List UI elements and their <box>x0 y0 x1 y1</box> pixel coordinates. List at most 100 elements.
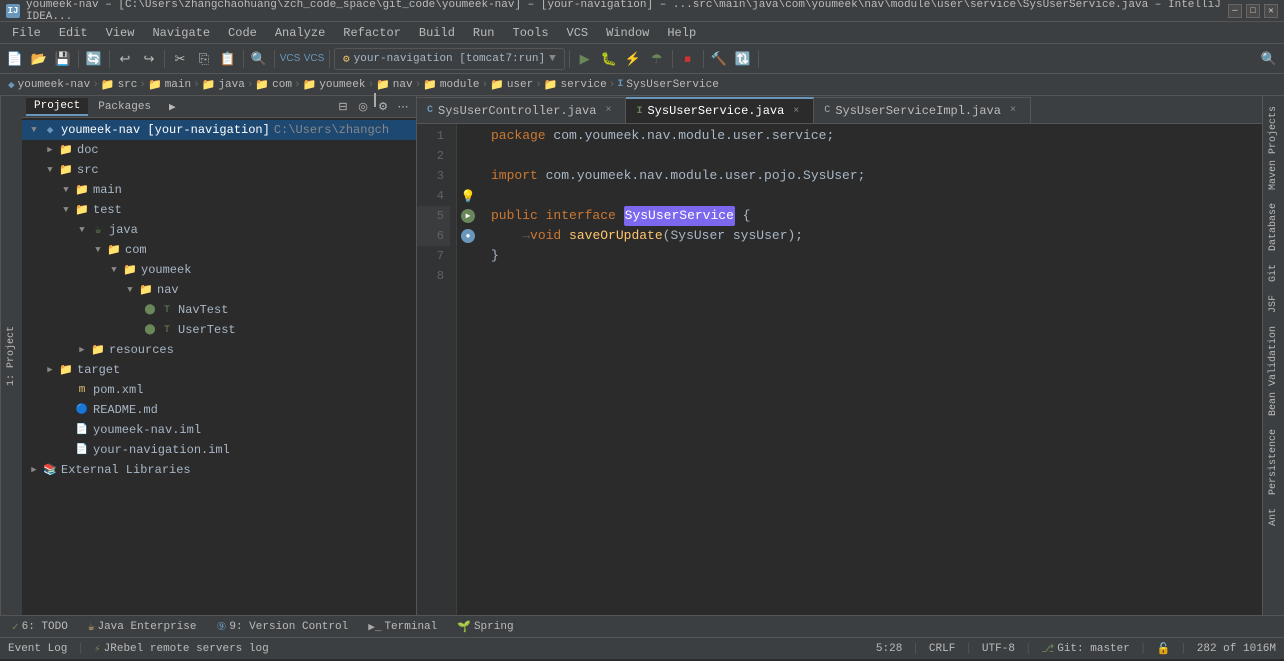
toolbar-paste-btn[interactable]: 📋 <box>217 48 239 70</box>
icon-slot-5[interactable]: ▶ <box>457 206 479 226</box>
readonly-indicator[interactable]: 🔓 <box>1156 642 1170 656</box>
bean-validation-panel-btn[interactable]: Bean Validation <box>1266 320 1281 422</box>
tree-item-test[interactable]: ▼ 📁 test <box>22 200 416 220</box>
database-panel-btn[interactable]: Database <box>1266 197 1281 257</box>
toolbar-cut-btn[interactable]: ✂ <box>169 48 191 70</box>
java-enterprise-tab[interactable]: ☕ Java Enterprise <box>80 618 205 636</box>
toolbar-search-everywhere-btn[interactable]: 🔍 <box>1258 48 1280 70</box>
tree-item-youmeek-nav[interactable]: ▼ ◆ youmeek-nav [your-navigation] C:\Use… <box>22 120 416 140</box>
git-panel-btn[interactable]: Git <box>1266 258 1281 288</box>
project-panel-label[interactable]: 1: Project <box>0 96 22 615</box>
menu-run[interactable]: Run <box>465 24 503 42</box>
toolbar-undo-btn[interactable]: ↩ <box>114 48 136 70</box>
tab-service-close[interactable]: × <box>789 104 803 118</box>
bc-youmeek-nav[interactable]: ◆ youmeek-nav <box>8 78 90 92</box>
toolbar-vcs-commit-btn[interactable]: VCS <box>303 48 325 70</box>
close-button[interactable]: ✕ <box>1264 4 1278 18</box>
menu-tools[interactable]: Tools <box>505 24 557 42</box>
tree-item-resources[interactable]: ▶ 📁 resources <box>22 340 416 360</box>
more-btn[interactable]: ⋯ <box>394 98 412 116</box>
maven-panel-btn[interactable]: Maven Projects <box>1266 100 1281 196</box>
bc-module2[interactable]: 📁 module <box>423 78 479 92</box>
toolbar-stop-btn[interactable]: ⏹ <box>677 48 699 70</box>
encoding-indicator[interactable]: UTF-8 <box>982 643 1015 655</box>
tree-item-youmeek-iml[interactable]: ▶ 📄 youmeek-nav.iml <box>22 420 416 440</box>
tab-sysUserController[interactable]: C SysUserController.java × <box>417 97 626 123</box>
position-indicator[interactable]: 5:28 <box>876 643 902 655</box>
code-content[interactable]: package com.youmeek.nav.module.user.serv… <box>479 124 1262 615</box>
toolbar-run-btn[interactable]: ▶ <box>574 48 596 70</box>
toolbar-vcs-update-btn[interactable]: VCS <box>279 48 301 70</box>
toolbar-open-btn[interactable]: 📂 <box>28 48 50 70</box>
event-log-btn[interactable]: Event Log <box>8 643 67 655</box>
toolbar-rebuild-btn[interactable]: 🔃 <box>732 48 754 70</box>
bc-user[interactable]: 📁 user <box>490 78 533 92</box>
tree-item-nav[interactable]: ▼ 📁 nav <box>22 280 416 300</box>
tree-item-doc[interactable]: ▶ 📁 doc <box>22 140 416 160</box>
menu-window[interactable]: Window <box>598 24 657 42</box>
tree-item-your-nav-iml[interactable]: ▶ 📄 your-navigation.iml <box>22 440 416 460</box>
persistence-panel-btn[interactable]: Persistence <box>1266 423 1281 501</box>
debug-gutter-icon[interactable]: ● <box>461 229 475 243</box>
tree-item-target[interactable]: ▶ 📁 target <box>22 360 416 380</box>
tab-sysUserService[interactable]: I SysUserService.java × <box>626 97 814 123</box>
toolbar-coverage-btn[interactable]: ☂ <box>646 48 668 70</box>
bc-main[interactable]: 📁 main <box>148 78 191 92</box>
toolbar-copy-btn[interactable]: ⎘ <box>193 48 215 70</box>
toolbar-sync-btn[interactable]: 🔄 <box>83 48 105 70</box>
tree-item-com[interactable]: ▼ 📁 com <box>22 240 416 260</box>
toolbar-redo-btn[interactable]: ↪ <box>138 48 160 70</box>
tree-item-src[interactable]: ▼ 📁 src <box>22 160 416 180</box>
jsf-panel-btn[interactable]: JSF <box>1266 289 1281 319</box>
toolbar-profile-btn[interactable]: ⚡ <box>622 48 644 70</box>
menu-view[interactable]: View <box>98 24 143 42</box>
version-control-tab[interactable]: ⑨ 9: Version Control <box>209 618 357 636</box>
tree-item-usertest[interactable]: ⬤ T UserTest <box>22 320 416 340</box>
scope-tab[interactable]: ▶ <box>161 98 184 116</box>
toolbar-new-btn[interactable]: 📄 <box>4 48 26 70</box>
jrebel-btn[interactable]: ⚡ JRebel remote servers log <box>94 642 269 656</box>
collapse-all-btn[interactable]: ⊟ <box>334 98 352 116</box>
todo-tab[interactable]: ✓ 6: TODO <box>4 618 76 636</box>
code-editor[interactable]: 1 2 3 4 5 6 7 8 💡 ▶ <box>417 124 1262 615</box>
tree-item-youmeek-pkg[interactable]: ▼ 📁 youmeek <box>22 260 416 280</box>
git-branch-indicator[interactable]: ⎇ Git: master <box>1042 642 1130 656</box>
menu-file[interactable]: File <box>4 24 49 42</box>
tree-item-main[interactable]: ▼ 📁 main <box>22 180 416 200</box>
toolbar-debug-btn[interactable]: 🐛 <box>598 48 620 70</box>
tree-item-readme[interactable]: ▶ 🔵 README.md <box>22 400 416 420</box>
lightbulb-icon[interactable]: 💡 <box>461 189 476 204</box>
menu-navigate[interactable]: Navigate <box>144 24 218 42</box>
tree-item-navtest[interactable]: ⬤ T NavTest <box>22 300 416 320</box>
bc-nav[interactable]: 📁 nav <box>376 78 413 92</box>
project-tab[interactable]: Project <box>26 98 88 116</box>
bc-com[interactable]: 📁 com <box>255 78 292 92</box>
tab-sysUserServiceImpl[interactable]: C SysUserServiceImpl.java × <box>814 97 1031 123</box>
bc-youmeek[interactable]: 📁 youmeek <box>303 78 366 92</box>
packages-tab[interactable]: Packages <box>90 99 159 115</box>
menu-edit[interactable]: Edit <box>51 24 96 42</box>
menu-analyze[interactable]: Analyze <box>267 24 333 42</box>
terminal-tab[interactable]: ▶_ Terminal <box>360 618 445 636</box>
toolbar-build-btn[interactable]: 🔨 <box>708 48 730 70</box>
bc-java[interactable]: 📁 java <box>202 78 245 92</box>
locate-file-btn[interactable]: ◎ <box>354 98 372 116</box>
icon-slot-6[interactable]: ● <box>457 226 479 246</box>
menu-build[interactable]: Build <box>411 24 463 42</box>
spring-tab[interactable]: 🌱 Spring <box>449 618 521 636</box>
toolbar-save-btn[interactable]: 💾 <box>52 48 74 70</box>
menu-code[interactable]: Code <box>220 24 265 42</box>
tree-item-ext-libs[interactable]: ▶ 📚 External Libraries <box>22 460 416 480</box>
tree-item-java-test[interactable]: ▼ ☕ java <box>22 220 416 240</box>
toolbar-find-btn[interactable]: 🔍 <box>248 48 270 70</box>
maximize-button[interactable]: □ <box>1246 4 1260 18</box>
settings-btn[interactable]: ⚙ <box>374 98 392 116</box>
bc-src[interactable]: 📁 src <box>101 78 138 92</box>
tab-ctrl-close[interactable]: × <box>601 104 615 118</box>
bc-sysUserService[interactable]: I SysUserService <box>617 79 718 91</box>
minimize-button[interactable]: ─ <box>1228 4 1242 18</box>
ant-panel-btn[interactable]: Ant <box>1266 502 1281 532</box>
run-config-selector[interactable]: ⚙ your-navigation [tomcat7:run] ▼ <box>334 48 565 70</box>
line-ending-indicator[interactable]: CRLF <box>929 643 955 655</box>
memory-indicator[interactable]: 282 of 1016M <box>1197 643 1276 655</box>
